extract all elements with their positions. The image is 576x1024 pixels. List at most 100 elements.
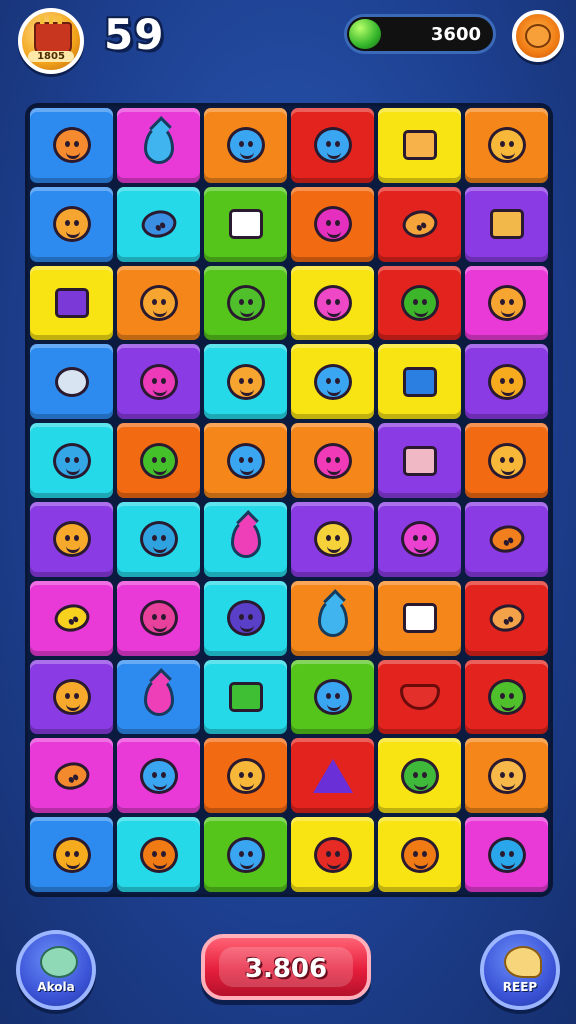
star-face-icon <box>226 363 265 400</box>
board-tile[interactable] <box>30 108 113 183</box>
board-tile[interactable] <box>204 186 287 262</box>
board-tile[interactable] <box>204 344 287 420</box>
green-gem-icon <box>349 19 381 49</box>
blue-blob-icon <box>139 757 178 794</box>
board-tile[interactable] <box>291 817 374 892</box>
board-tile[interactable] <box>291 423 374 498</box>
board-tile[interactable] <box>465 186 548 262</box>
board-tile[interactable] <box>465 659 548 735</box>
board-tile[interactable] <box>117 265 200 341</box>
board-tile[interactable] <box>204 423 287 498</box>
booster-left-button[interactable]: Akola <box>16 930 96 1010</box>
center-score-button[interactable]: 3.806 <box>201 934 371 1000</box>
board-tile[interactable] <box>30 817 113 892</box>
smile-mark <box>500 386 515 396</box>
board-tile[interactable] <box>204 817 287 892</box>
board-tile[interactable] <box>204 265 287 341</box>
blue-blob-icon <box>313 127 352 164</box>
board-tile[interactable] <box>117 502 200 577</box>
board-tile[interactable] <box>378 344 461 420</box>
radio-icon <box>402 366 437 397</box>
smile-mark <box>500 307 515 317</box>
blue-blob-icon <box>226 836 265 873</box>
board-tile[interactable] <box>204 659 287 735</box>
level-badge-text: 1805 <box>28 51 74 62</box>
board-tile[interactable] <box>117 186 200 262</box>
smile-mark <box>500 149 515 160</box>
board-tile[interactable] <box>465 344 548 420</box>
smiley-face-icon <box>487 442 526 479</box>
board-tile[interactable] <box>117 423 200 498</box>
board-tile[interactable] <box>30 580 113 656</box>
blue-blob-icon <box>226 442 265 479</box>
board-tile[interactable] <box>291 738 374 814</box>
smile-mark <box>500 859 515 869</box>
board-tile[interactable] <box>291 186 374 262</box>
board-tile[interactable] <box>378 817 461 892</box>
board-tile[interactable] <box>465 423 548 498</box>
board-tile[interactable] <box>117 580 200 656</box>
brush-icon <box>49 755 94 797</box>
berry-icon <box>313 206 352 243</box>
smile-mark <box>152 543 167 554</box>
board-tile[interactable] <box>30 265 113 341</box>
board-tile[interactable] <box>378 738 461 814</box>
board-tile[interactable] <box>30 738 113 814</box>
board-tile[interactable] <box>30 659 113 735</box>
leaf-icon <box>400 757 439 794</box>
blue-blob-icon <box>313 678 352 715</box>
board-tile[interactable] <box>378 108 461 183</box>
booster-right-button[interactable]: REEP <box>480 930 560 1010</box>
board-tile[interactable] <box>465 817 548 892</box>
board-tile[interactable] <box>291 265 374 341</box>
smile-mark <box>326 307 341 317</box>
board-tile[interactable] <box>378 659 461 735</box>
board-tile[interactable] <box>204 738 287 814</box>
board-tile[interactable] <box>465 580 548 656</box>
board-tile[interactable] <box>30 502 113 577</box>
board-tile[interactable] <box>117 108 200 183</box>
board-tile[interactable] <box>30 186 113 262</box>
board-tile[interactable] <box>291 108 374 183</box>
dice-icon <box>228 681 263 712</box>
board-tile[interactable] <box>204 108 287 183</box>
board-tile[interactable] <box>204 502 287 577</box>
board-tile[interactable] <box>117 344 200 420</box>
smile-mark <box>413 543 428 554</box>
board-tile[interactable] <box>291 502 374 577</box>
board-tile[interactable] <box>465 502 548 577</box>
star-face-icon <box>52 206 91 243</box>
board-tile[interactable] <box>378 502 461 577</box>
rocket-icon <box>136 203 181 245</box>
board-tile[interactable] <box>291 659 374 735</box>
board-tile[interactable] <box>465 265 548 341</box>
board-tile[interactable] <box>378 423 461 498</box>
smile-mark <box>65 859 80 869</box>
smile-mark <box>65 149 80 160</box>
board-tile[interactable] <box>30 344 113 420</box>
bag-icon <box>402 603 437 634</box>
tile-grid <box>30 108 548 892</box>
board-tile[interactable] <box>378 186 461 262</box>
board-tile[interactable] <box>30 423 113 498</box>
board-tile[interactable] <box>117 738 200 814</box>
red-ball-icon <box>313 836 352 873</box>
board-tile[interactable] <box>291 344 374 420</box>
board-tile[interactable] <box>378 265 461 341</box>
board-tile[interactable] <box>204 580 287 656</box>
board-tile[interactable] <box>465 108 548 183</box>
smile-mark <box>326 228 341 239</box>
smile-mark <box>239 149 254 160</box>
board-tile[interactable] <box>291 580 374 656</box>
sun-face-icon <box>52 521 91 558</box>
board-tile[interactable] <box>117 817 200 892</box>
flower-face-icon <box>313 521 352 558</box>
board-tile[interactable] <box>117 659 200 735</box>
player-avatar[interactable] <box>512 10 564 62</box>
board-tile[interactable] <box>378 580 461 656</box>
coin-value: 3600 <box>430 24 481 45</box>
level-badge[interactable]: 1805 <box>18 8 84 74</box>
coin-bar[interactable]: 3600 <box>344 14 496 54</box>
cake-icon <box>489 209 524 240</box>
board-tile[interactable] <box>465 738 548 814</box>
